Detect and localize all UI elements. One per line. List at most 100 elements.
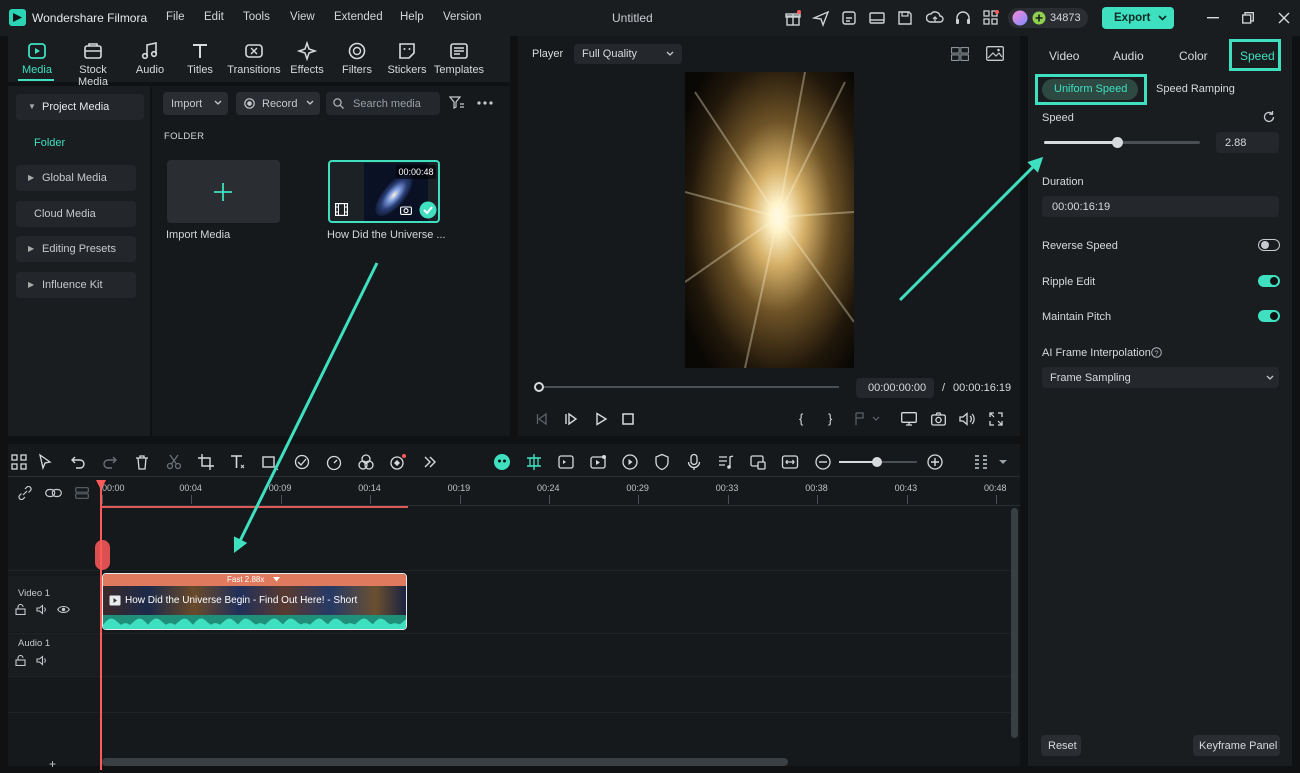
crop-icon[interactable] bbox=[197, 453, 215, 471]
menu-edit[interactable]: Edit bbox=[204, 11, 224, 23]
caret-down-icon[interactable] bbox=[999, 460, 1007, 465]
layout-icon[interactable] bbox=[868, 9, 886, 27]
reset-speed-icon[interactable] bbox=[1262, 110, 1276, 124]
playhead-drag-tab[interactable] bbox=[95, 540, 110, 570]
speed-value-input[interactable]: 2.88 bbox=[1216, 132, 1279, 153]
tab-templates[interactable]: Templates bbox=[428, 36, 490, 80]
speed-ramping-button[interactable]: Speed Ramping bbox=[1156, 83, 1235, 95]
next-frame-icon[interactable] bbox=[564, 412, 578, 426]
minimize-icon[interactable] bbox=[1207, 17, 1219, 19]
play-icon[interactable] bbox=[594, 412, 608, 426]
shield-icon[interactable] bbox=[653, 453, 671, 471]
snapshot-image-icon[interactable] bbox=[986, 46, 1004, 61]
fullscreen-icon[interactable] bbox=[989, 412, 1003, 426]
save-icon[interactable] bbox=[896, 9, 914, 27]
color-match-icon[interactable] bbox=[357, 453, 375, 471]
menu-help[interactable]: Help bbox=[400, 11, 424, 23]
grid-view-icon[interactable] bbox=[951, 47, 969, 61]
menu-file[interactable]: File bbox=[166, 11, 185, 23]
vertical-scrollbar[interactable] bbox=[1011, 508, 1018, 738]
screenshot-camera-icon[interactable] bbox=[931, 412, 946, 426]
sidebar-item-folder[interactable]: Folder bbox=[34, 137, 65, 149]
stop-icon[interactable] bbox=[622, 413, 634, 425]
scissors-icon[interactable] bbox=[165, 453, 183, 471]
picture-in-picture-icon[interactable] bbox=[749, 453, 767, 471]
export-button[interactable]: Export bbox=[1102, 7, 1174, 29]
speaker-icon[interactable] bbox=[36, 604, 48, 615]
zoom-slider-knob[interactable] bbox=[872, 457, 882, 467]
tab-media[interactable]: Media bbox=[8, 36, 66, 80]
previous-frame-icon[interactable] bbox=[535, 412, 549, 426]
speaker-icon[interactable] bbox=[36, 655, 48, 666]
display-settings-icon[interactable] bbox=[901, 412, 917, 426]
apps-grid-icon[interactable] bbox=[982, 9, 1000, 27]
fit-timeline-icon[interactable] bbox=[781, 453, 799, 471]
more-tools-chevron-icon[interactable] bbox=[421, 453, 439, 471]
mark-out-icon[interactable]: } bbox=[828, 411, 832, 426]
redo-icon[interactable] bbox=[101, 453, 119, 471]
tab-stock-media[interactable]: Stock Media bbox=[63, 36, 123, 88]
horizontal-scrollbar[interactable] bbox=[102, 758, 788, 766]
tab-titles[interactable]: Titles bbox=[171, 36, 229, 80]
sidebar-item-editing-presets[interactable]: ▶ Editing Presets bbox=[16, 236, 136, 262]
shape-icon[interactable] bbox=[261, 453, 279, 471]
audio-list-icon[interactable] bbox=[717, 453, 735, 471]
volume-icon[interactable] bbox=[959, 412, 975, 426]
info-icon[interactable]: ? bbox=[1151, 347, 1162, 358]
search-media-input[interactable]: Search media bbox=[326, 92, 440, 115]
tab-video[interactable]: Video bbox=[1049, 49, 1079, 63]
maintain-pitch-toggle[interactable] bbox=[1258, 310, 1280, 322]
send-icon[interactable] bbox=[812, 9, 830, 27]
sidebar-item-global-media[interactable]: ▶ Global Media bbox=[16, 165, 136, 191]
eye-icon[interactable] bbox=[57, 605, 70, 614]
filter-sort-icon[interactable] bbox=[449, 96, 465, 110]
snap-icon[interactable] bbox=[525, 453, 543, 471]
menu-extended[interactable]: Extended bbox=[334, 11, 383, 23]
layout-grid-icon[interactable] bbox=[10, 453, 28, 471]
menu-tools[interactable]: Tools bbox=[243, 11, 270, 23]
marker-dropdown-icon[interactable] bbox=[854, 412, 880, 426]
microphone-icon[interactable] bbox=[685, 453, 703, 471]
menu-view[interactable]: View bbox=[290, 11, 315, 23]
ripple-edit-toggle[interactable] bbox=[1258, 275, 1280, 287]
headset-icon[interactable] bbox=[954, 9, 972, 27]
import-media-tile[interactable] bbox=[167, 160, 280, 223]
mark-in-icon[interactable]: { bbox=[799, 411, 803, 426]
mask-icon[interactable] bbox=[293, 453, 311, 471]
undo-icon[interactable] bbox=[69, 453, 87, 471]
track-options-icon[interactable] bbox=[972, 453, 990, 471]
play-circle-icon[interactable] bbox=[621, 453, 639, 471]
tab-color[interactable]: Color bbox=[1179, 49, 1208, 63]
select-pointer-icon[interactable] bbox=[37, 453, 55, 471]
text-tool-icon[interactable] bbox=[229, 453, 247, 471]
duration-input[interactable]: 00:00:16:19 bbox=[1042, 196, 1279, 217]
add-track-icon[interactable]: + bbox=[49, 757, 56, 771]
import-dropdown[interactable]: Import bbox=[163, 92, 228, 115]
reset-button[interactable]: Reset bbox=[1041, 735, 1081, 756]
render-preview-icon[interactable] bbox=[589, 453, 607, 471]
lock-open-icon[interactable] bbox=[15, 604, 26, 615]
more-icon[interactable] bbox=[477, 101, 493, 105]
auto-reframe-icon[interactable] bbox=[557, 453, 575, 471]
sidebar-item-influence-kit[interactable]: ▶ Influence Kit bbox=[16, 272, 136, 298]
media-clip-thumbnail[interactable]: 00:00:48 bbox=[328, 160, 440, 223]
zoom-out-icon[interactable] bbox=[814, 453, 832, 471]
reverse-speed-toggle[interactable] bbox=[1258, 239, 1280, 251]
cloud-sync-icon[interactable] bbox=[840, 9, 858, 27]
tab-audio-props[interactable]: Audio bbox=[1113, 49, 1144, 63]
track-manager-icon[interactable] bbox=[75, 487, 89, 499]
ai-assistant-icon[interactable] bbox=[493, 453, 511, 471]
delete-icon[interactable] bbox=[133, 453, 151, 471]
lock-open-icon[interactable] bbox=[15, 655, 26, 666]
record-dropdown[interactable]: Record bbox=[236, 92, 320, 115]
link-icon[interactable] bbox=[17, 486, 33, 500]
cloud-upload-icon[interactable] bbox=[926, 9, 944, 27]
timeline-video-clip[interactable]: Fast 2.88x How Did the Universe Begin - … bbox=[102, 573, 407, 630]
tab-transitions[interactable]: Transitions bbox=[224, 36, 284, 80]
credits-pill[interactable]: 34873 bbox=[1008, 8, 1088, 28]
gift-icon[interactable] bbox=[784, 9, 802, 27]
chain-link-icon[interactable] bbox=[45, 487, 62, 499]
playback-progress-track[interactable] bbox=[539, 386, 839, 388]
keyframe-panel-button[interactable]: Keyframe Panel bbox=[1193, 735, 1280, 756]
playback-scrubber[interactable] bbox=[534, 382, 544, 392]
